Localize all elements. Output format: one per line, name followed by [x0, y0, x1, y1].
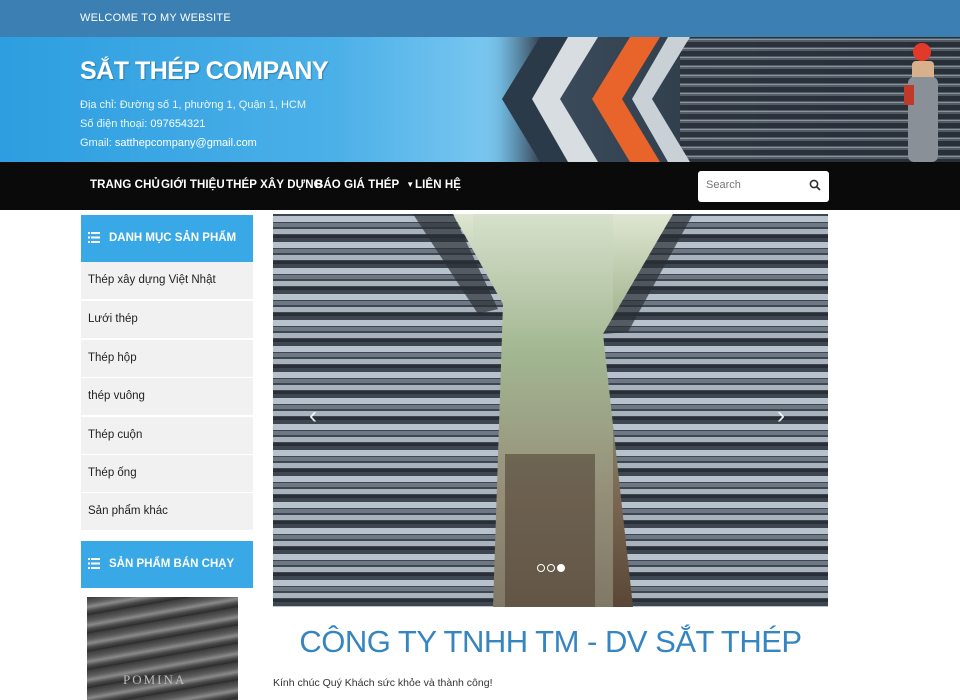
category-item[interactable]: Thép xây dựng Việt Nhật [81, 262, 253, 299]
list-icon [88, 232, 100, 243]
product-brand-text: POMINA [123, 672, 187, 687]
nav-trang-chu[interactable]: TRANG CHỦ [90, 179, 160, 191]
chevron-down-icon: ▼ [406, 180, 415, 189]
phone-line: Số điện thoại: 097654321 [80, 118, 205, 130]
list-icon [88, 558, 100, 569]
category-label: Sản phẩm khác [88, 505, 168, 517]
bestseller-header: SẢN PHẨM BÁN CHẠY [81, 541, 253, 588]
category-item[interactable]: Thép hộp [81, 340, 253, 377]
top-bar: WELCOME TO MY WEBSITE [0, 0, 960, 37]
site-title[interactable]: SẮT THÉP COMPANY [80, 57, 329, 86]
slider-dot-active[interactable] [557, 564, 565, 572]
email-label: Gmail: [80, 137, 112, 149]
category-item[interactable]: thép vuông [81, 378, 253, 415]
search-icon[interactable] [809, 179, 821, 191]
slider-prev-arrow[interactable]: ‹ [309, 402, 317, 430]
bestseller-title: SẢN PHẨM BÁN CHẠY [109, 558, 235, 570]
address-text: Địa chỉ: Đường số 1, phường 1, Quận 1, H… [80, 99, 307, 111]
email-link[interactable]: satthepcompany@gmail.com [115, 137, 257, 149]
search-input[interactable] [706, 179, 806, 191]
welcome-text: WELCOME TO MY WEBSITE [80, 12, 231, 24]
nav-bao-gia-thep-label: BÁO GIÁ THÉP [315, 179, 400, 191]
category-label: Thép hộp [88, 352, 137, 364]
category-item[interactable]: Lưới thép [81, 301, 253, 338]
phone-label: Số điện thoại: [80, 118, 148, 130]
category-label: thép vuông [88, 390, 145, 402]
slider-dot[interactable] [537, 564, 545, 572]
phone-number: 097654321 [150, 118, 206, 130]
category-label: Thép ống [88, 467, 137, 479]
greeting-text: Kính chúc Quý Khách sức khỏe và thành cô… [273, 677, 493, 689]
category-item[interactable]: Sản phẩm khác [81, 493, 253, 530]
nav-gioi-thieu[interactable]: GIỚI THIỆU [161, 179, 225, 191]
category-label: Lưới thép [88, 313, 138, 325]
nav-bao-gia-thep[interactable]: BÁO GIÁ THÉP ▼ [315, 179, 414, 191]
slider-next-arrow[interactable]: › [777, 402, 785, 430]
category-item[interactable]: Thép cuộn [81, 417, 253, 454]
slider-dot[interactable] [547, 564, 555, 572]
category-label: Thép xây dựng Việt Nhật [88, 274, 216, 286]
image-slider: ‹ › [273, 214, 828, 607]
header-banner: SẮT THÉP COMPANY Địa chỉ: Đường số 1, ph… [0, 37, 960, 162]
category-item[interactable]: Thép ống [81, 455, 253, 492]
steel-banner-image [480, 37, 960, 162]
email-line: Gmail: satthepcompany@gmail.com [80, 137, 257, 149]
company-heading: CÔNG TY TNHH TM - DV SẮT THÉP [299, 624, 802, 659]
nav-lien-he[interactable]: LIÊN HỆ [415, 179, 461, 191]
steel-plates-photo [273, 214, 828, 607]
search-box [698, 171, 829, 202]
category-title: DANH MỤC SẢN PHẨM [109, 232, 237, 244]
category-label: Thép cuộn [88, 429, 143, 441]
bestseller-product-image[interactable]: POMINA [87, 597, 238, 700]
nav-thep-xay-dung[interactable]: THÉP XÂY DỰNG [226, 179, 323, 191]
category-header: DANH MỤC SẢN PHẨM [81, 215, 253, 262]
